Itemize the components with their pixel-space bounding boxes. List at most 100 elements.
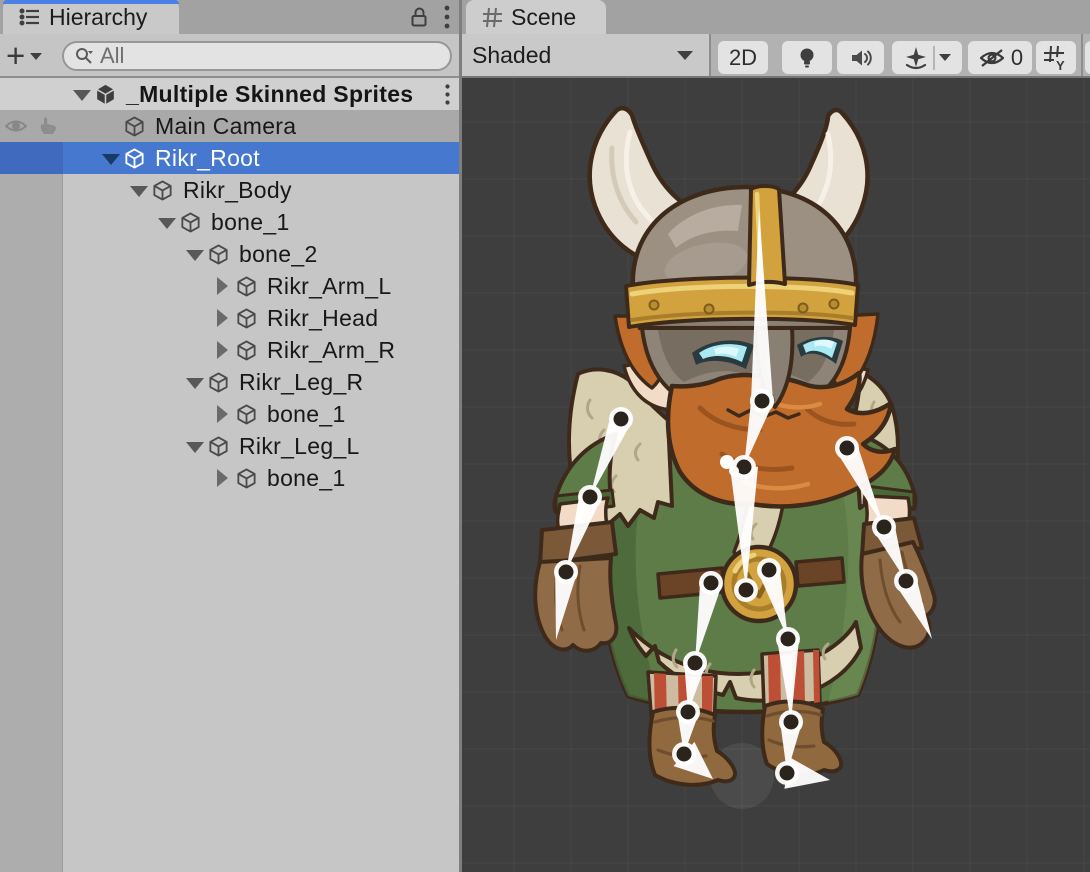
hierarchy-tree: _Multiple Skinned Sprites Main Camera Rik… xyxy=(0,78,459,872)
viking-sprite[interactable] xyxy=(535,108,935,809)
row-label: Main Camera xyxy=(155,113,296,140)
expander-expanded-icon[interactable] xyxy=(184,238,204,270)
row-label: bone_1 xyxy=(267,465,346,492)
toolbar-separator xyxy=(709,34,711,76)
expander-collapsed-icon[interactable] xyxy=(212,270,232,302)
tab-scene[interactable]: Scene xyxy=(466,0,606,34)
row-visibility-gutter[interactable] xyxy=(0,174,63,206)
tree-row-bone-1[interactable]: bone_1 xyxy=(0,206,459,238)
expander-expanded-icon[interactable] xyxy=(184,366,204,398)
split-divider xyxy=(933,46,935,70)
expander-collapsed-icon[interactable] xyxy=(212,462,232,494)
gameobject-cube-icon xyxy=(234,466,258,490)
effects-visibility-button[interactable] xyxy=(892,41,962,74)
row-visibility-gutter[interactable] xyxy=(0,206,63,238)
joint-dot[interactable] xyxy=(614,412,629,427)
toggle-2d-button[interactable]: 2D xyxy=(718,41,768,74)
joint-dot[interactable] xyxy=(704,576,719,591)
joint-dot[interactable] xyxy=(688,656,703,671)
tree-row-rikr-body[interactable]: Rikr_Body xyxy=(0,174,459,206)
panel-menu-kebab-icon[interactable] xyxy=(443,4,451,30)
row-visibility-gutter[interactable] xyxy=(0,430,63,462)
row-visibility-gutter[interactable] xyxy=(0,238,63,270)
gameobject-cube-icon xyxy=(234,306,258,330)
gameobject-cube-icon xyxy=(206,242,230,266)
row-visibility-gutter[interactable] xyxy=(0,110,63,142)
scene-menu-kebab-icon[interactable] xyxy=(444,83,451,106)
expander-expanded-icon[interactable] xyxy=(156,206,176,238)
tree-row-rikr-leg-r[interactable]: Rikr_Leg_R xyxy=(0,366,459,398)
create-button[interactable]: + xyxy=(6,41,42,71)
clipped-toolbar-button[interactable] xyxy=(1085,41,1090,74)
joint-dot[interactable] xyxy=(755,394,770,409)
expander-expanded-icon[interactable] xyxy=(128,174,148,206)
tab-hierarchy[interactable]: Hierarchy xyxy=(3,0,179,34)
joint-dot[interactable] xyxy=(677,747,692,762)
grid-visibility-button[interactable]: Y xyxy=(1036,41,1076,74)
scene-header-row[interactable]: _Multiple Skinned Sprites xyxy=(0,78,459,110)
tree-rows: Main CameraRikr_RootRikr_Bodybone_1bone_… xyxy=(0,110,459,494)
tree-row-bone-2[interactable]: bone_2 xyxy=(0,238,459,270)
row-visibility-gutter[interactable] xyxy=(0,366,63,398)
joint-dot[interactable] xyxy=(583,490,598,505)
row-visibility-gutter[interactable] xyxy=(0,302,63,334)
audio-speaker-icon xyxy=(849,47,873,69)
joint-dot[interactable] xyxy=(784,715,799,730)
lock-icon[interactable] xyxy=(409,5,429,29)
pick-hand-icon[interactable] xyxy=(37,116,59,136)
row-visibility-gutter[interactable] xyxy=(0,142,63,174)
tree-row-rikr-arm-l[interactable]: Rikr_Arm_L xyxy=(0,270,459,302)
joint-dot[interactable] xyxy=(762,563,777,578)
draw-mode-caret-icon xyxy=(677,51,693,60)
tab-scene-label: Scene xyxy=(511,4,576,31)
scene-tabstrip: Scene xyxy=(462,0,1090,34)
draw-mode-dropdown[interactable]: Shaded xyxy=(462,34,709,76)
effects-sparkle-icon xyxy=(903,45,929,71)
tree-row-rikr-root[interactable]: Rikr_Root xyxy=(0,142,459,174)
joint-dot[interactable] xyxy=(739,583,754,598)
gameobject-cube-icon xyxy=(206,370,230,394)
joint-dot[interactable] xyxy=(781,632,796,647)
hierarchy-panel: Hierarchy + xyxy=(0,0,459,872)
bone-link-dot xyxy=(729,466,739,476)
eye-slash-icon xyxy=(977,46,1007,70)
search-input-box[interactable] xyxy=(62,41,452,71)
gameobject-cube-icon xyxy=(234,338,258,362)
row-visibility-gutter[interactable] xyxy=(0,334,63,366)
expander-expanded-icon[interactable] xyxy=(100,142,120,174)
expander-collapsed-icon[interactable] xyxy=(212,302,232,334)
row-visibility-gutter[interactable] xyxy=(0,270,63,302)
gameobject-cube-icon xyxy=(234,274,258,298)
row-visibility-gutter[interactable] xyxy=(0,398,63,430)
search-input[interactable] xyxy=(98,42,440,70)
joint-dot[interactable] xyxy=(681,705,696,720)
expander-collapsed-icon[interactable] xyxy=(212,398,232,430)
eye-icon[interactable] xyxy=(4,117,28,135)
joint-dot[interactable] xyxy=(780,766,795,781)
tree-row-bone-1[interactable]: bone_1 xyxy=(0,398,459,430)
scene-lighting-button[interactable] xyxy=(782,41,832,74)
joint-dot[interactable] xyxy=(840,441,855,456)
expander-expanded-icon[interactable] xyxy=(184,430,204,462)
create-dropdown-caret-icon xyxy=(30,53,42,60)
plus-icon: + xyxy=(6,43,25,69)
tree-row-rikr-leg-l[interactable]: Rikr_Leg_L xyxy=(0,430,459,462)
tree-row-rikr-arm-r[interactable]: Rikr_Arm_R xyxy=(0,334,459,366)
tree-row-main-camera[interactable]: Main Camera xyxy=(0,110,459,142)
scene-audio-button[interactable] xyxy=(837,41,884,74)
tree-row-rikr-head[interactable]: Rikr_Head xyxy=(0,302,459,334)
toolbar-separator xyxy=(1081,34,1083,76)
scene-viewport[interactable] xyxy=(462,78,1090,872)
joint-dot[interactable] xyxy=(899,574,914,589)
tree-row-bone-1[interactable]: bone_1 xyxy=(0,462,459,494)
expander-collapsed-icon[interactable] xyxy=(212,334,232,366)
row-label: bone_2 xyxy=(239,241,318,268)
scene-expander-icon[interactable] xyxy=(71,78,91,110)
tab-hierarchy-label: Hierarchy xyxy=(49,4,147,31)
scene-visibility-button[interactable]: 0 xyxy=(968,41,1032,74)
joint-dot[interactable] xyxy=(559,565,574,580)
row-label: Rikr_Root xyxy=(155,145,260,172)
effects-dropdown-caret-icon[interactable] xyxy=(939,54,951,61)
joint-dot[interactable] xyxy=(877,520,892,535)
row-visibility-gutter[interactable] xyxy=(0,462,63,494)
